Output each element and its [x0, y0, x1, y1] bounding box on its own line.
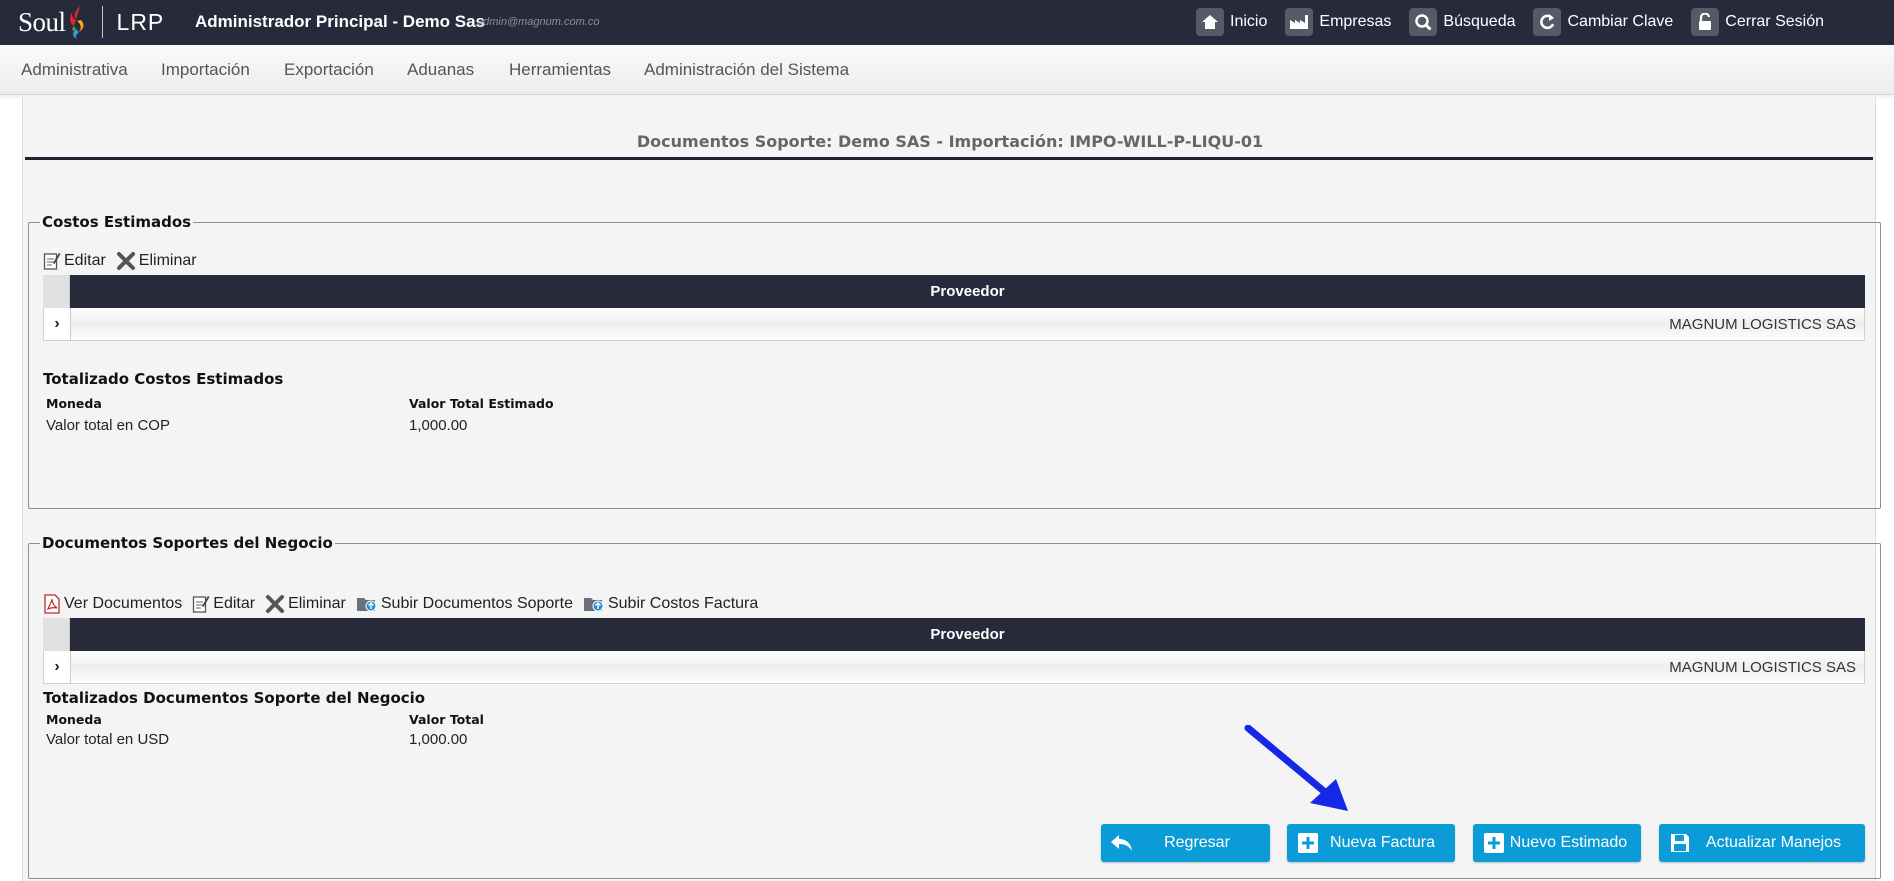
- table-row[interactable]: › MAGNUM LOGISTICS SAS: [43, 308, 1865, 341]
- nuevo-estimado-label: Nuevo Estimado: [1509, 834, 1628, 851]
- documentos-edit-label: Editar: [213, 595, 256, 612]
- edit-icon: [43, 253, 61, 270]
- plus-icon: [1296, 831, 1320, 855]
- costos-delete-button[interactable]: Eliminar: [116, 251, 197, 271]
- nav-cerrar-sesion[interactable]: Cerrar Sesión: [1691, 8, 1824, 36]
- costos-edit-button[interactable]: Editar: [43, 251, 106, 271]
- ver-documentos-label: Ver Documentos: [64, 595, 183, 612]
- search-icon: [1409, 8, 1438, 36]
- nav-cambiar-clave-label: Cambiar Clave: [1567, 13, 1674, 30]
- proveedor-cell: MAGNUM LOGISTICS SAS: [71, 308, 1864, 340]
- costos-grid: Proveedor › MAGNUM LOGISTICS SAS: [43, 275, 1865, 341]
- costos-estimados-legend: Costos Estimados: [42, 213, 192, 231]
- costos-col-valor: Valor Total Estimado: [409, 396, 554, 411]
- nav-cambiar-clave[interactable]: Cambiar Clave: [1533, 8, 1673, 36]
- factory-icon: [1285, 8, 1314, 36]
- home-icon: [1196, 8, 1225, 36]
- documentos-toolbar: Ver Documentos Editar Eliminar Subir Doc…: [43, 594, 768, 614]
- documentos-grid-header: Proveedor: [43, 618, 1865, 651]
- actualizar-manejos-label: Actualizar Manejos: [1705, 834, 1842, 851]
- main-menu: Administrativa Importación Exportación A…: [0, 45, 1894, 95]
- pdf-icon: [44, 594, 60, 614]
- column-header-proveedor[interactable]: Proveedor: [70, 618, 1865, 651]
- regresar-label: Regresar: [1164, 834, 1230, 851]
- nav-empresas-label: Empresas: [1319, 13, 1392, 30]
- nueva-factura-label: Nueva Factura: [1330, 834, 1435, 851]
- nav-inicio-label: Inicio: [1230, 13, 1268, 30]
- menu-exportacion[interactable]: Exportación: [284, 60, 374, 80]
- delete-icon: [116, 252, 135, 270]
- folder-upload-icon: [583, 598, 604, 612]
- nuevo-estimado-button[interactable]: Nuevo Estimado: [1473, 824, 1641, 862]
- logo-flame-icon: [69, 6, 83, 39]
- subir-costos-label: Subir Costos Factura: [607, 595, 759, 612]
- costos-totals-title: Totalizado Costos Estimados: [43, 370, 284, 388]
- regresar-button[interactable]: Regresar: [1101, 824, 1270, 862]
- proveedor-cell: MAGNUM LOGISTICS SAS: [71, 651, 1864, 683]
- admin-title: Administrador Principal - Demo Sas: [195, 12, 486, 31]
- costos-grid-header: Proveedor: [43, 275, 1865, 308]
- page-title: Documentos Soporte: Demo SAS - Importaci…: [636, 132, 1264, 151]
- delete-icon: [266, 595, 285, 613]
- logo-soul-text: Soul: [18, 6, 66, 37]
- subir-documentos-label: Subir Documentos Soporte: [380, 595, 573, 612]
- documentos-edit-button[interactable]: Editar: [192, 594, 255, 614]
- plus-icon: [1482, 831, 1506, 855]
- table-row[interactable]: › MAGNUM LOGISTICS SAS: [43, 651, 1865, 684]
- app-logo[interactable]: Soul LRP: [18, 4, 164, 40]
- documentos-delete-label: Eliminar: [288, 595, 346, 612]
- actualizar-manejos-button[interactable]: Actualizar Manejos: [1659, 824, 1865, 862]
- save-icon: [1668, 831, 1692, 855]
- logo-separator: [101, 6, 103, 38]
- annotation-arrow-icon: [1244, 725, 1348, 811]
- top-bar: Soul LRP Administrador Principal - Demo …: [0, 0, 1894, 45]
- costos-row-valor: 1,000.00: [409, 417, 468, 434]
- documentos-soporte-legend: Documentos Soportes del Negocio: [42, 534, 333, 552]
- nav-busqueda-label: Búsqueda: [1443, 13, 1516, 30]
- documentos-col-moneda: Moneda: [46, 712, 102, 727]
- back-arrow-icon: [1110, 831, 1134, 855]
- title-divider: [25, 157, 1873, 160]
- grid-corner: [43, 275, 70, 308]
- documentos-totals-title: Totalizados Documentos Soporte del Negoc…: [43, 689, 426, 707]
- nav-busqueda[interactable]: Búsqueda: [1409, 8, 1515, 36]
- expand-row-icon[interactable]: ›: [44, 651, 71, 683]
- column-header-proveedor[interactable]: Proveedor: [70, 275, 1865, 308]
- ver-documentos-button[interactable]: Ver Documentos: [43, 594, 182, 614]
- costos-row-moneda: Valor total en COP: [46, 417, 170, 434]
- logo-lrp-text: LRP: [116, 8, 165, 35]
- subir-costos-button[interactable]: Subir Costos Factura: [583, 595, 758, 613]
- menu-administrativa[interactable]: Administrativa: [21, 60, 128, 80]
- expand-row-icon[interactable]: ›: [44, 308, 71, 340]
- costos-col-moneda: Moneda: [46, 396, 102, 411]
- menu-importacion[interactable]: Importación: [161, 60, 250, 80]
- subir-documentos-button[interactable]: Subir Documentos Soporte: [356, 595, 573, 613]
- documentos-delete-button[interactable]: Eliminar: [265, 594, 346, 614]
- menu-administracion-sistema[interactable]: Administración del Sistema: [644, 60, 849, 80]
- admin-email: admin@magnum.com.co: [477, 16, 600, 28]
- unlock-icon: [1691, 8, 1720, 36]
- costos-edit-label: Editar: [64, 252, 106, 269]
- documentos-col-valor: Valor Total: [409, 712, 484, 727]
- top-nav: Inicio Empresas Búsqueda Cambiar Clave C…: [1196, 8, 1824, 36]
- menu-herramientas[interactable]: Herramientas: [509, 60, 611, 80]
- documentos-row-moneda: Valor total en USD: [46, 731, 170, 748]
- nueva-factura-button[interactable]: Nueva Factura: [1287, 824, 1455, 862]
- menu-aduanas[interactable]: Aduanas: [407, 60, 474, 80]
- costos-delete-label: Eliminar: [138, 252, 197, 269]
- costos-estimados-section: Costos Estimados Editar Eliminar Proveed…: [28, 213, 1881, 509]
- grid-corner: [43, 618, 70, 651]
- edit-icon: [193, 596, 210, 613]
- refresh-icon: [1533, 8, 1562, 36]
- nav-empresas[interactable]: Empresas: [1285, 8, 1391, 36]
- content-area: Documentos Soporte: Demo SAS - Importaci…: [22, 97, 1881, 881]
- nav-cerrar-sesion-label: Cerrar Sesión: [1725, 13, 1824, 30]
- nav-inicio[interactable]: Inicio: [1196, 8, 1267, 36]
- costos-toolbar: Editar Eliminar: [43, 251, 207, 271]
- documentos-row-valor: 1,000.00: [409, 731, 468, 748]
- folder-upload-icon: [356, 598, 377, 612]
- documentos-grid: Proveedor › MAGNUM LOGISTICS SAS: [43, 618, 1865, 684]
